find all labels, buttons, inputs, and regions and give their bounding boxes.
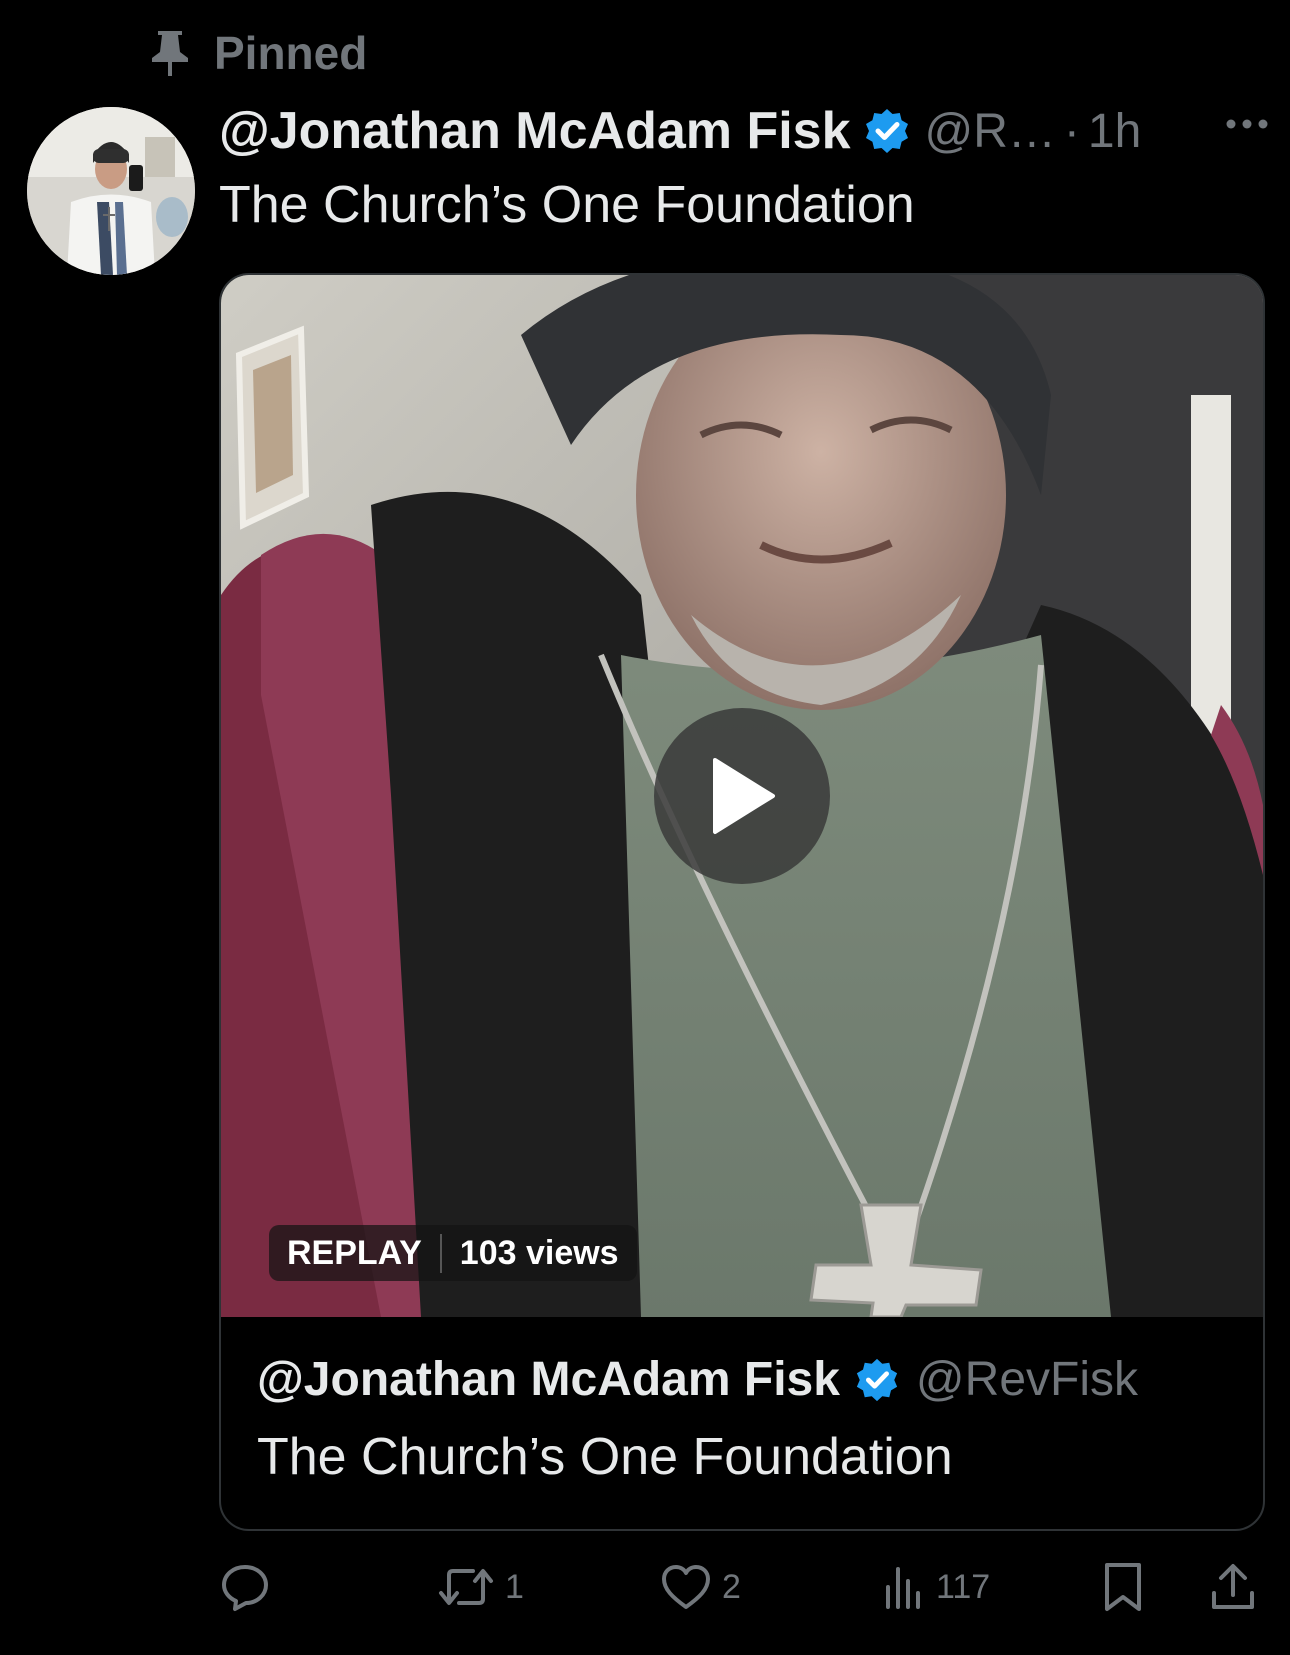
views-count: 117 bbox=[936, 1567, 991, 1606]
author-display-name[interactable]: @Jonathan McAdam Fisk bbox=[219, 101, 851, 161]
share-button[interactable] bbox=[1209, 1555, 1257, 1619]
tweet-timestamp[interactable]: 1h bbox=[1088, 104, 1141, 159]
video-overlay-pill: REPLAY 103 views bbox=[269, 1225, 637, 1281]
quoted-tweet[interactable]: @Jonathan McAdam Fisk @RevFisk The Churc… bbox=[221, 1317, 1263, 1529]
pin-icon bbox=[150, 28, 190, 78]
media-card: REPLAY 103 views @Jonathan McAdam Fisk @… bbox=[219, 273, 1265, 1531]
views-button[interactable]: 117 bbox=[882, 1555, 990, 1619]
like-count: 2 bbox=[722, 1567, 741, 1606]
quoted-author-display-name[interactable]: @Jonathan McAdam Fisk bbox=[257, 1352, 840, 1407]
retweet-count: 1 bbox=[505, 1567, 524, 1606]
quoted-tweet-header: @Jonathan McAdam Fisk @RevFisk bbox=[257, 1352, 1138, 1407]
retweet-button[interactable]: 1 bbox=[437, 1555, 524, 1619]
like-icon bbox=[660, 1563, 712, 1611]
separator-dot: · bbox=[1063, 104, 1080, 158]
tweet-header: @Jonathan McAdam Fisk @R… · 1h bbox=[219, 96, 1269, 166]
views-icon bbox=[882, 1563, 926, 1611]
reply-icon bbox=[219, 1561, 271, 1613]
author-handle[interactable]: @R… bbox=[925, 104, 1056, 159]
quoted-author-handle[interactable]: @RevFisk bbox=[916, 1352, 1138, 1407]
reply-button[interactable] bbox=[219, 1555, 281, 1619]
video-views-count: 103 views bbox=[459, 1233, 619, 1272]
share-icon bbox=[1209, 1561, 1257, 1613]
video-player[interactable]: REPLAY 103 views bbox=[221, 275, 1263, 1317]
more-icon[interactable] bbox=[1225, 102, 1269, 151]
bookmark-button[interactable] bbox=[1101, 1555, 1145, 1619]
pinned-indicator: Pinned bbox=[150, 26, 367, 80]
tweet-action-bar: 1 2 117 bbox=[219, 1555, 1269, 1619]
play-button[interactable] bbox=[654, 708, 830, 884]
replay-button[interactable]: REPLAY bbox=[269, 1233, 442, 1273]
verified-icon bbox=[854, 1357, 900, 1403]
verified-icon bbox=[863, 107, 911, 155]
quoted-tweet-text: The Church’s One Foundation bbox=[257, 1428, 953, 1486]
play-icon bbox=[707, 756, 777, 836]
tweet-text: The Church’s One Foundation bbox=[219, 176, 915, 234]
retweet-icon bbox=[437, 1561, 495, 1613]
like-button[interactable]: 2 bbox=[660, 1555, 741, 1619]
bookmark-icon bbox=[1101, 1561, 1145, 1613]
pinned-tweet[interactable]: Pinned @Jonathan McAdam Fisk @R… · 1h Th… bbox=[0, 0, 1290, 1655]
avatar[interactable] bbox=[27, 107, 195, 275]
pinned-label: Pinned bbox=[214, 27, 368, 79]
